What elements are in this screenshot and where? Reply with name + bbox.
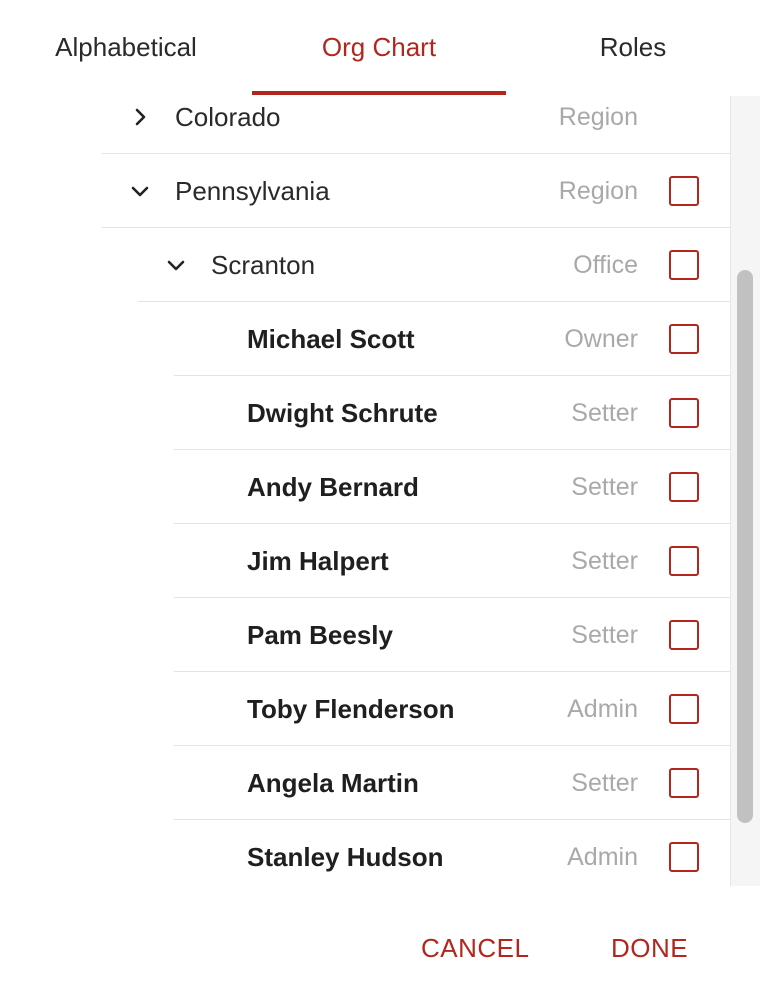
done-button[interactable]: Done [611, 926, 688, 970]
tree-row-person[interactable]: Andy Bernard Setter [174, 450, 730, 524]
person-role: Setter [571, 621, 638, 649]
chevron-right-icon[interactable] [128, 105, 152, 129]
select-checkbox[interactable] [669, 324, 699, 354]
tab-roles[interactable]: Roles [506, 0, 760, 96]
person-name: Dwight Schrute [247, 398, 438, 428]
tree-row-pennsylvania[interactable]: Pennsylvania Region [102, 154, 730, 228]
tab-alphabetical[interactable]: Alphabetical [0, 0, 252, 96]
tree-row-person[interactable]: Toby Flenderson Admin [174, 672, 730, 746]
select-checkbox[interactable] [669, 250, 699, 280]
chevron-down-icon[interactable] [164, 253, 188, 277]
tree-row-label: Scranton [211, 250, 316, 280]
tree-row-type: Region [558, 177, 638, 205]
tree-row-type: Office [573, 251, 638, 279]
tree-row-person[interactable]: Pam Beesly Setter [174, 598, 730, 672]
tree-row-person[interactable]: Angela Martin Setter [174, 746, 730, 820]
tab-bar: Alphabetical Org Chart Roles [0, 0, 760, 96]
person-role: Owner [564, 325, 638, 353]
select-checkbox[interactable] [669, 398, 699, 428]
person-name: Jim Halpert [247, 546, 389, 576]
person-role: Admin [567, 843, 638, 871]
person-role: Admin [567, 695, 638, 723]
select-checkbox[interactable] [669, 842, 699, 872]
tree-row-label: Pennsylvania [175, 176, 330, 206]
tree-row-person[interactable]: Stanley Hudson Admin [174, 820, 730, 886]
chevron-down-icon[interactable] [128, 179, 152, 203]
person-name: Andy Bernard [247, 472, 419, 502]
org-chart-list: Colorado Region Pennsylvania Region Scra… [0, 96, 760, 886]
tree-row-scranton[interactable]: Scranton Office [138, 228, 730, 302]
tree-row-person[interactable]: Dwight Schrute Setter [174, 376, 730, 450]
person-role: Setter [571, 399, 638, 427]
cancel-button[interactable]: Cancel [421, 926, 529, 970]
person-name: Michael Scott [247, 324, 415, 354]
select-checkbox[interactable] [669, 546, 699, 576]
tree-row-person[interactable]: Michael Scott Owner [174, 302, 730, 376]
person-name: Pam Beesly [247, 620, 393, 650]
person-name: Toby Flenderson [247, 694, 455, 724]
active-tab-indicator [252, 91, 506, 95]
select-checkbox[interactable] [669, 472, 699, 502]
person-role: Setter [571, 547, 638, 575]
person-role: Setter [571, 769, 638, 797]
tree-row-type: Region [558, 103, 638, 131]
dialog-footer: Cancel Done [0, 886, 782, 998]
tree-row-label: Colorado [175, 102, 281, 132]
tab-org-chart[interactable]: Org Chart [252, 0, 506, 96]
select-checkbox[interactable] [669, 176, 699, 206]
person-name: Angela Martin [247, 768, 419, 798]
select-checkbox[interactable] [669, 620, 699, 650]
scrollbar-thumb[interactable] [737, 270, 753, 823]
person-role: Setter [571, 473, 638, 501]
tree-row-colorado[interactable]: Colorado Region [102, 96, 730, 154]
person-name: Stanley Hudson [247, 842, 444, 872]
select-checkbox[interactable] [669, 768, 699, 798]
select-checkbox[interactable] [669, 694, 699, 724]
scrollbar-border [730, 96, 731, 886]
tree-row-person[interactable]: Jim Halpert Setter [174, 524, 730, 598]
